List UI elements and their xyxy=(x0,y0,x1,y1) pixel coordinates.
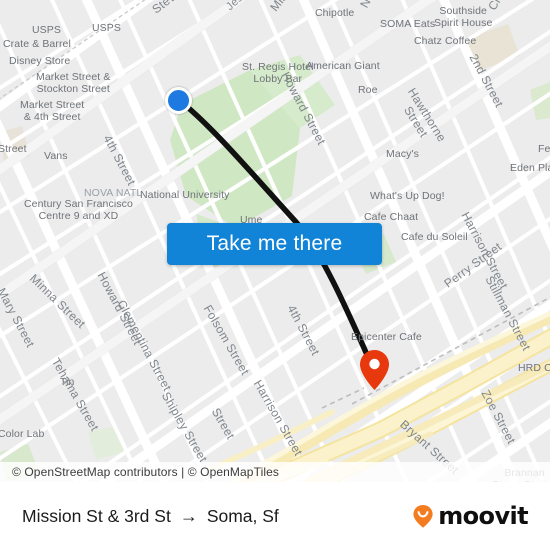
map-attribution: © OpenStreetMap contributors | © OpenMap… xyxy=(0,462,550,482)
destination-label: Soma, Sf xyxy=(206,505,279,526)
attribution-text: © OpenStreetMap contributors | © OpenMap… xyxy=(12,465,279,479)
destination-pin-marker[interactable] xyxy=(360,350,389,390)
moovit-wordmark: moovit xyxy=(438,502,528,530)
footer-bar: Mission St & 3rd St → Soma, Sf moovit xyxy=(0,482,550,550)
origin-label: Mission St & 3rd St xyxy=(22,505,171,526)
moovit-route-map-screen: USPS USPS Crate & Barrel Disney Store Ma… xyxy=(0,0,550,550)
moovit-pin-smiley-icon xyxy=(413,505,433,528)
destination-pin-icon xyxy=(360,350,389,390)
arrow-right-icon: → xyxy=(179,505,198,526)
take-me-there-button[interactable]: Take me there xyxy=(167,223,382,265)
map-canvas[interactable]: USPS USPS Crate & Barrel Disney Store Ma… xyxy=(0,0,550,482)
origin-dot-marker[interactable] xyxy=(165,87,192,114)
moovit-logo: moovit xyxy=(410,502,529,530)
route-summary: Mission St & 3rd St → Soma, Sf xyxy=(22,506,279,527)
